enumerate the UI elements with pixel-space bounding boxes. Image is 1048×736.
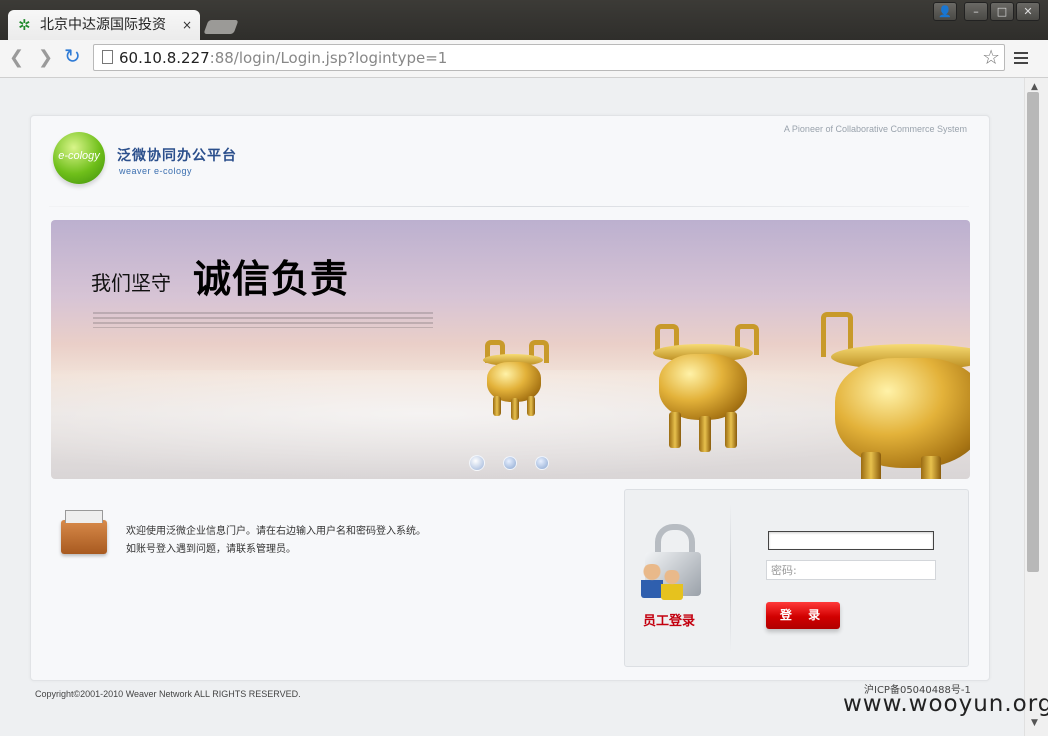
- address-bar[interactable]: 60.10.8.227:88/login/Login.jsp?logintype…: [93, 44, 1005, 71]
- slide-dot-1[interactable]: [469, 455, 485, 471]
- padlock-users-icon: [641, 524, 701, 604]
- close-window-button[interactable]: ✕: [1016, 2, 1040, 21]
- scroll-down-arrow-icon[interactable]: ▼: [1031, 718, 1038, 728]
- ecology-logo: e-cology: [53, 132, 105, 184]
- browser-tab[interactable]: ✲ 北京中达源国际投资 ×: [8, 10, 200, 40]
- reload-icon[interactable]: ↻: [64, 46, 81, 66]
- bronze-vessel-image: [649, 324, 759, 454]
- bookmark-star-icon[interactable]: ☆: [982, 46, 1000, 68]
- login-panel: 员工登录 登 录: [624, 489, 969, 667]
- back-icon[interactable]: ❮: [9, 49, 24, 67]
- copyright-text: Copyright©2001-2010 Weaver Network ALL R…: [35, 689, 301, 699]
- login-button[interactable]: 登 录: [766, 602, 840, 629]
- bronze-vessel-image: [479, 340, 549, 420]
- tagline: A Pioneer of Collaborative Commerce Syst…: [783, 124, 967, 134]
- briefcase-icon: [61, 510, 107, 554]
- welcome-text-line2: 如账号登入遇到问题，请联系管理员。: [126, 544, 296, 555]
- page-viewport: A Pioneer of Collaborative Commerce Syst…: [0, 78, 1024, 736]
- welcome-text-line1: 欢迎使用泛微企业信息门户。请在右边输入用户名和密码登入系统。: [126, 526, 426, 537]
- watermark-text: www.wooyun.org: [843, 691, 1048, 717]
- tab-close-icon[interactable]: ×: [182, 17, 192, 33]
- header-divider: [49, 206, 969, 207]
- browser-tab-strip: ✲ 北京中达源国际投资 × 👤 – □ ✕: [0, 0, 1048, 40]
- scroll-up-arrow-icon[interactable]: ▲: [1031, 82, 1038, 92]
- chrome-menu-icon[interactable]: [1014, 52, 1028, 67]
- password-input[interactable]: [766, 560, 936, 580]
- url-text: 60.10.8.227:88/login/Login.jsp?logintype…: [119, 49, 447, 67]
- logo-ball-text: e-cology: [58, 150, 100, 162]
- logo-chinese-name: 泛微协同办公平台: [117, 148, 237, 164]
- employee-login-title: 员工登录: [643, 614, 696, 629]
- scrollbar-thumb[interactable]: [1027, 92, 1039, 572]
- forward-icon[interactable]: ❯: [38, 49, 53, 67]
- url-path: :88/login/Login.jsp?logintype=1: [209, 49, 448, 67]
- slide-dot-2[interactable]: [503, 456, 517, 470]
- new-tab-button[interactable]: [203, 20, 239, 34]
- banner-fine-print: [93, 312, 433, 328]
- banner-slogan-big: 诚信负责: [193, 257, 350, 301]
- profile-icon[interactable]: 👤: [933, 2, 957, 21]
- username-input[interactable]: [768, 531, 934, 550]
- url-host: 60.10.8.227: [119, 49, 210, 67]
- logo-english-name: weaver e-cology: [119, 166, 193, 176]
- minimize-button[interactable]: –: [964, 2, 988, 21]
- banner-slideshow: 我们坚守 诚信负责: [51, 220, 970, 479]
- favicon-icon: ✲: [18, 16, 31, 34]
- tab-title: 北京中达源国际投资: [40, 17, 166, 33]
- vertical-scrollbar[interactable]: ▲ ▼: [1024, 78, 1048, 736]
- browser-toolbar: ❮ ❯ ↻ 60.10.8.227:88/login/Login.jsp?log…: [0, 40, 1048, 78]
- maximize-button[interactable]: □: [990, 2, 1014, 21]
- login-panel-divider: [730, 504, 731, 652]
- banner-slogan-small: 我们坚守: [91, 271, 171, 295]
- slide-dot-3[interactable]: [535, 456, 549, 470]
- login-portal-card: A Pioneer of Collaborative Commerce Syst…: [30, 115, 990, 681]
- page-icon: [102, 50, 113, 64]
- bronze-vessel-image: [811, 312, 970, 479]
